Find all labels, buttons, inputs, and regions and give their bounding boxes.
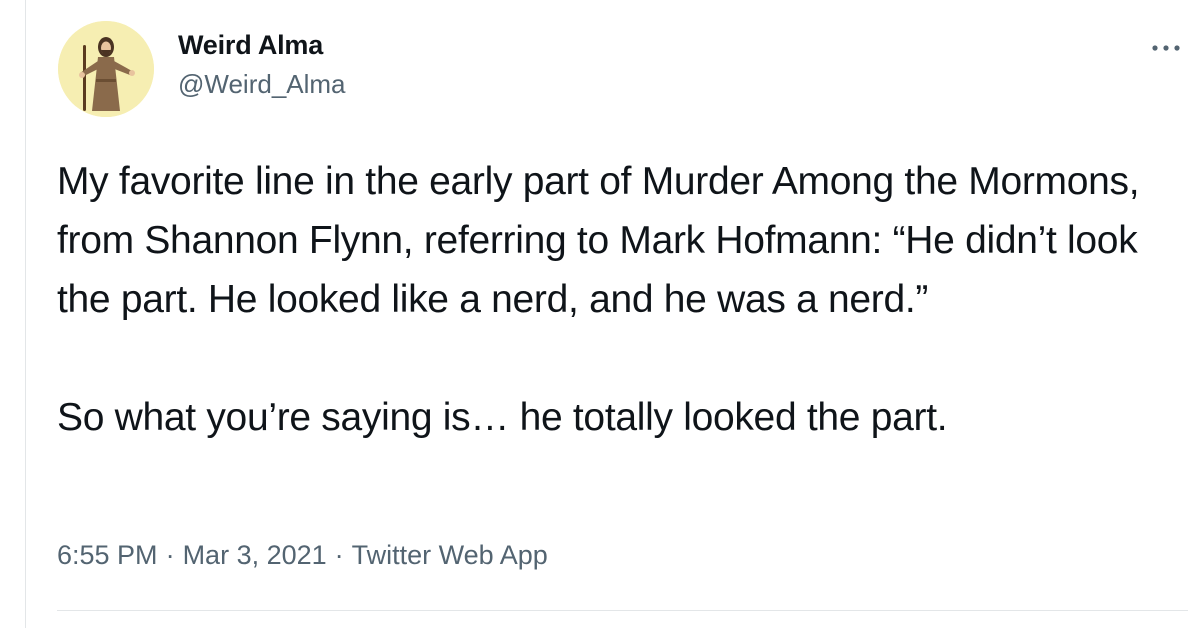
author-display-name[interactable]: Weird Alma — [178, 30, 323, 61]
tweet-text: My favorite line in the early part of Mu… — [57, 152, 1177, 447]
timeline-border — [25, 0, 26, 628]
tweet-card: Weird Alma @Weird_Alma My favorite line … — [0, 0, 1200, 628]
divider — [57, 610, 1188, 611]
avatar[interactable] — [58, 21, 154, 117]
tweet-date-link[interactable]: Mar 3, 2021 — [183, 540, 327, 570]
separator: · — [334, 540, 344, 570]
author-handle[interactable]: @Weird_Alma — [178, 69, 346, 100]
separator: · — [165, 540, 175, 570]
tweet-metadata: 6:55 PM · Mar 3, 2021 · Twitter Web App — [57, 540, 548, 571]
tweet-source-link[interactable]: Twitter Web App — [352, 540, 548, 570]
robed-figure-with-staff-icon — [58, 21, 154, 117]
tweet-time-link[interactable]: 6:55 PM — [57, 540, 158, 570]
tweet-paragraph: My favorite line in the early part of Mu… — [57, 160, 1140, 321]
more-options-icon — [1152, 45, 1180, 51]
more-options-button[interactable] — [1146, 36, 1186, 60]
tweet-paragraph: So what you’re saying is… he totally loo… — [57, 396, 948, 439]
